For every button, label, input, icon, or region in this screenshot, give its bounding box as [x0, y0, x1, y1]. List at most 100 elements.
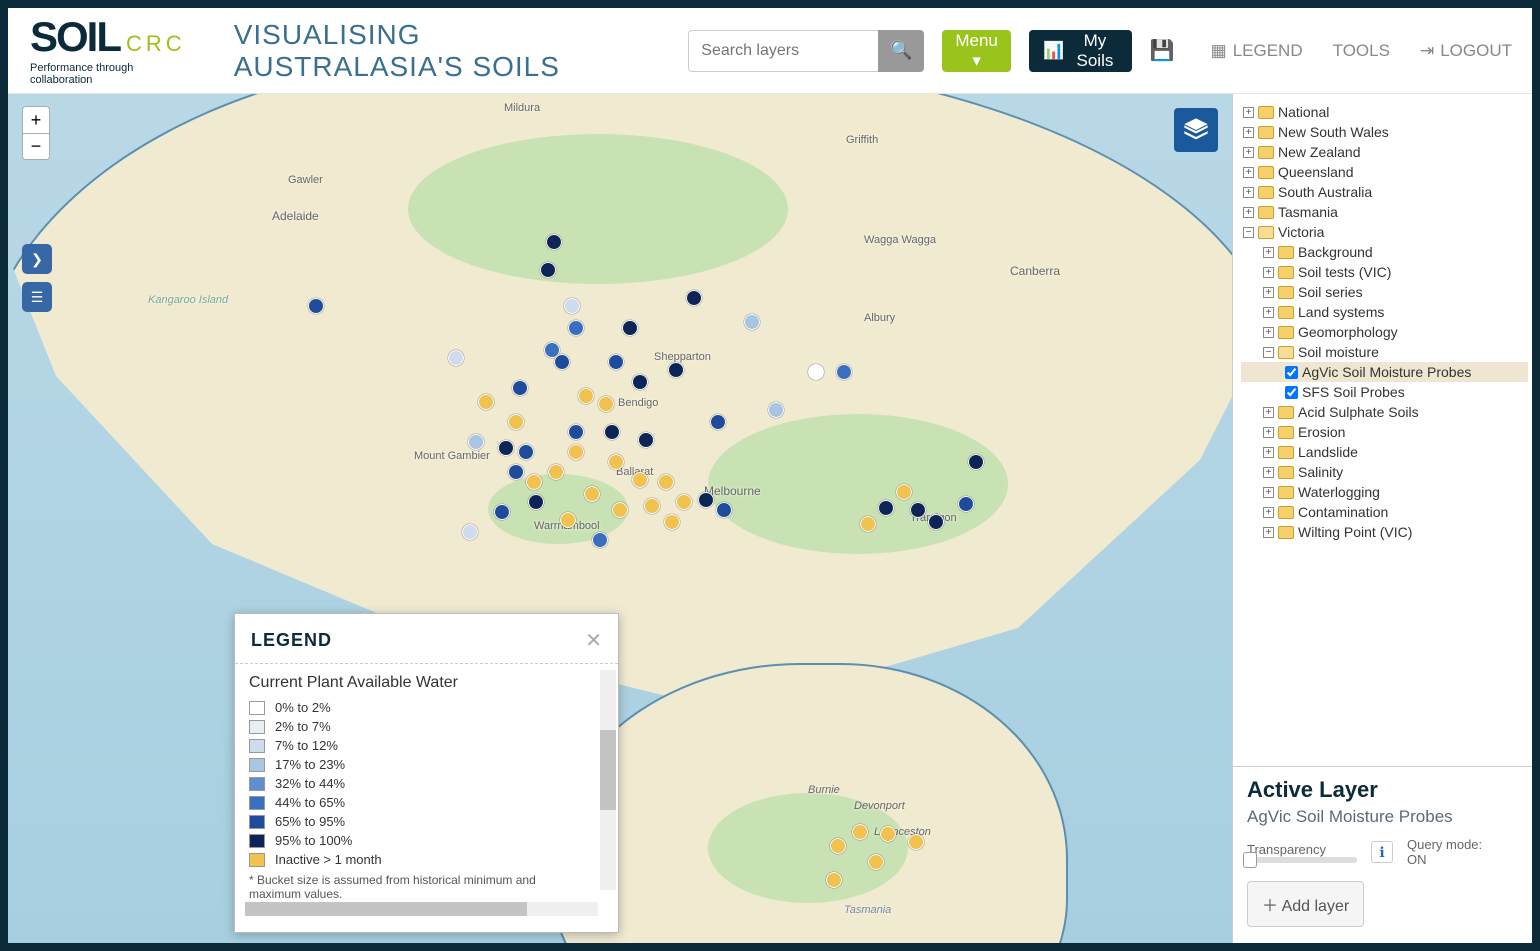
probe-dot[interactable]: [768, 402, 784, 418]
probe-dot[interactable]: [560, 512, 576, 528]
probe-dot[interactable]: [878, 500, 894, 516]
probe-dot[interactable]: [686, 290, 702, 306]
probe-dot[interactable]: [808, 364, 824, 380]
probe-dot[interactable]: [958, 496, 974, 512]
probe-dot[interactable]: [632, 374, 648, 390]
tree-node-national[interactable]: +National: [1241, 102, 1528, 122]
tree-node[interactable]: +Contamination: [1241, 502, 1528, 522]
probe-dot[interactable]: [508, 414, 524, 430]
tree-node[interactable]: +Soil series: [1241, 282, 1528, 302]
menu-button[interactable]: Menu: [942, 30, 1011, 72]
tree-node-qld[interactable]: +Queensland: [1241, 162, 1528, 182]
probe-dot[interactable]: [540, 262, 556, 278]
probe-dot[interactable]: [554, 354, 570, 370]
probe-dot[interactable]: [592, 532, 608, 548]
scrollbar-horizontal[interactable]: [245, 902, 598, 916]
tree-node[interactable]: +Erosion: [1241, 422, 1528, 442]
probe-dot[interactable]: [604, 424, 620, 440]
search-input[interactable]: [688, 30, 878, 72]
probe-dot[interactable]: [568, 424, 584, 440]
probe-dot[interactable]: [578, 388, 594, 404]
probe-dot[interactable]: [568, 320, 584, 336]
scrollbar-vertical[interactable]: [600, 670, 616, 890]
probe-dot[interactable]: [910, 502, 926, 518]
zoom-out-button[interactable]: −: [23, 133, 49, 159]
tree-node-soilmoist[interactable]: −Soil moisture: [1241, 342, 1528, 362]
probe-dot[interactable]: [494, 504, 510, 520]
probe-dot[interactable]: [598, 396, 614, 412]
tree-node[interactable]: +Background: [1241, 242, 1528, 262]
probe-dot[interactable]: [512, 380, 528, 396]
probe-dot[interactable]: [658, 474, 674, 490]
probe-dot[interactable]: [584, 486, 600, 502]
tree-node-nsw[interactable]: +New South Wales: [1241, 122, 1528, 142]
tree-node[interactable]: +Landslide: [1241, 442, 1528, 462]
map-canvas[interactable]: Mildura Griffith Gawler Adelaide Wagga W…: [8, 94, 1232, 943]
tree-leaf-sfs[interactable]: SFS Soil Probes: [1241, 382, 1528, 402]
probe-dot[interactable]: [836, 364, 852, 380]
layers-toggle[interactable]: [1174, 108, 1218, 152]
probe-dot[interactable]: [880, 826, 896, 842]
probe-dot[interactable]: [928, 514, 944, 530]
probe-dot[interactable]: [528, 494, 544, 510]
probe-dot[interactable]: [478, 394, 494, 410]
search-button[interactable]: 🔍: [878, 30, 924, 72]
logout-link[interactable]: ⇥ LOGOUT: [1420, 41, 1512, 61]
layer-checkbox[interactable]: [1285, 386, 1298, 399]
info-icon[interactable]: ℹ: [1371, 841, 1393, 863]
probe-dot[interactable]: [968, 454, 984, 470]
list-panel-button[interactable]: ☰: [22, 282, 52, 312]
probe-dot[interactable]: [826, 872, 842, 888]
probe-dot[interactable]: [868, 854, 884, 870]
probe-dot[interactable]: [462, 524, 478, 540]
probe-dot[interactable]: [638, 432, 654, 448]
tools-link[interactable]: TOOLS: [1333, 41, 1390, 61]
tree-node[interactable]: +Waterlogging: [1241, 482, 1528, 502]
probe-dot[interactable]: [710, 414, 726, 430]
probe-dot[interactable]: [622, 320, 638, 336]
tree-node-tas[interactable]: +Tasmania: [1241, 202, 1528, 222]
tree-node[interactable]: +Geomorphology: [1241, 322, 1528, 342]
tree-node[interactable]: +Wilting Point (VIC): [1241, 522, 1528, 542]
probe-dot[interactable]: [608, 354, 624, 370]
tree-leaf-agvic[interactable]: AgVic Soil Moisture Probes: [1241, 362, 1528, 382]
tree-node-vic[interactable]: −Victoria: [1241, 222, 1528, 242]
probe-dot[interactable]: [664, 514, 680, 530]
tree-node[interactable]: +Acid Sulphate Soils: [1241, 402, 1528, 422]
probe-dot[interactable]: [668, 362, 684, 378]
probe-dot[interactable]: [830, 838, 846, 854]
probe-dot[interactable]: [508, 464, 524, 480]
tree-node-nz[interactable]: +New Zealand: [1241, 142, 1528, 162]
probe-dot[interactable]: [612, 502, 628, 518]
tree-node[interactable]: +Land systems: [1241, 302, 1528, 322]
probe-dot[interactable]: [698, 492, 714, 508]
save-icon[interactable]: 💾: [1150, 38, 1175, 63]
probe-dot[interactable]: [896, 484, 912, 500]
probe-dot[interactable]: [498, 440, 514, 456]
mysoils-button[interactable]: 📊 My Soils: [1029, 30, 1132, 72]
probe-dot[interactable]: [548, 464, 564, 480]
transparency-slider[interactable]: [1247, 857, 1357, 863]
probe-dot[interactable]: [526, 474, 542, 490]
add-layer-button[interactable]: ＋ Add layer: [1247, 881, 1364, 927]
expand-panel-button[interactable]: ❯: [22, 244, 52, 274]
probe-dot[interactable]: [676, 494, 692, 510]
probe-dot[interactable]: [468, 434, 484, 450]
zoom-in-button[interactable]: +: [23, 107, 49, 133]
tree-node-sa[interactable]: +South Australia: [1241, 182, 1528, 202]
probe-dot[interactable]: [568, 444, 584, 460]
probe-dot[interactable]: [564, 298, 580, 314]
probe-dot[interactable]: [608, 454, 624, 470]
probe-dot[interactable]: [860, 516, 876, 532]
layer-tree[interactable]: +National +New South Wales +New Zealand …: [1233, 94, 1532, 766]
probe-dot[interactable]: [518, 444, 534, 460]
probe-dot[interactable]: [908, 834, 924, 850]
probe-dot[interactable]: [546, 234, 562, 250]
probe-dot[interactable]: [852, 824, 868, 840]
probe-dot[interactable]: [308, 298, 324, 314]
tree-node[interactable]: +Salinity: [1241, 462, 1528, 482]
probe-dot[interactable]: [744, 314, 760, 330]
tree-node[interactable]: +Soil tests (VIC): [1241, 262, 1528, 282]
probe-dot[interactable]: [716, 502, 732, 518]
close-icon[interactable]: ✕: [585, 628, 602, 653]
